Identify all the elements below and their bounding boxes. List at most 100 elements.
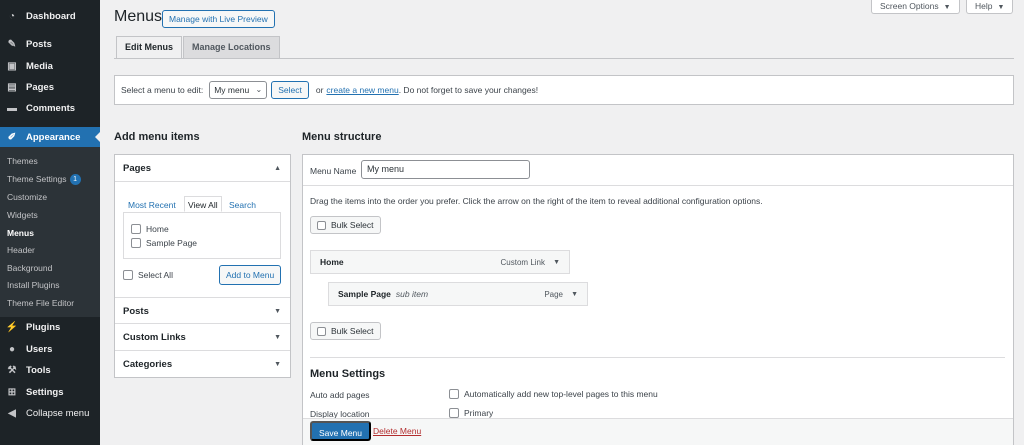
sidebar-item-appearance[interactable]: ✐ Appearance [0, 127, 100, 147]
checkbox[interactable] [123, 270, 133, 280]
select-all-checkbox[interactable]: Select All [123, 270, 173, 280]
sidebar-item-posts[interactable]: ✎ Posts [0, 34, 100, 54]
pin-icon: ✎ [7, 38, 17, 50]
menu-structure-heading: Menu structure [302, 131, 382, 143]
users-icon: ● [8, 343, 16, 355]
live-preview-button[interactable]: Manage with Live Preview [162, 10, 275, 28]
admin-sidebar: ◔ Dashboard ✎ Posts ▣ Media ▤ Pages ▬ Co… [0, 0, 100, 445]
section-title: Pages [123, 163, 151, 174]
brush-icon: ✐ [7, 131, 17, 143]
sidebar-item-label: Users [26, 343, 53, 355]
sidebar-item-label: Settings [26, 386, 64, 398]
pages-section-header[interactable]: Pages ▲ [115, 155, 290, 182]
screen-options-label: Screen Options [880, 1, 939, 11]
submenu-item-background[interactable]: Background [7, 263, 52, 273]
sidebar-item-label: Comments [26, 102, 76, 114]
submenu-item-themes[interactable]: Themes [7, 156, 38, 166]
sidebar-item-label: Media [26, 60, 53, 72]
triangle-down-icon: ▼ [274, 361, 281, 368]
bulk-select-button-bottom[interactable]: Bulk Select [310, 322, 381, 340]
categories-section-header[interactable]: Categories ▼ [115, 351, 290, 378]
checkbox[interactable] [449, 389, 459, 399]
wrench-icon: ⚒ [7, 364, 17, 376]
tab-most-recent[interactable]: Most Recent [128, 197, 176, 213]
submenu-item-header[interactable]: Header [7, 245, 35, 255]
tab-edit-menus[interactable]: Edit Menus [116, 36, 183, 58]
save-menu-button[interactable]: Save Menu [310, 421, 371, 441]
sidebar-item-label: Tools [26, 364, 51, 376]
checkbox [317, 220, 326, 230]
delete-menu-link[interactable]: Delete Menu [373, 426, 421, 436]
menu-item-type: Custom Link [500, 257, 545, 267]
drag-instructions: Drag the items into the order you prefer… [310, 196, 763, 206]
section-title: Custom Links [123, 332, 186, 343]
submenu-item-customize[interactable]: Customize [7, 192, 47, 202]
section-title: Posts [123, 306, 149, 317]
sidebar-item-tools[interactable]: ⚒ Tools [0, 360, 100, 380]
view-all-panel [123, 212, 281, 259]
menu-select[interactable]: My menu ⌄ [209, 81, 268, 99]
menu-item-type: Page [544, 289, 563, 299]
bulk-select-button[interactable]: Bulk Select [310, 216, 381, 234]
checkbox[interactable] [131, 238, 141, 248]
primary-location-checkbox[interactable]: Primary [449, 408, 493, 418]
auto-add-label: Auto add pages [310, 390, 370, 400]
tab-manage-locations[interactable]: Manage Locations [183, 36, 280, 58]
screen-options-tab[interactable]: Screen Options ▼ [871, 0, 960, 14]
triangle-down-icon: ▼ [274, 308, 281, 315]
submenu-item-menus[interactable]: Menus [7, 228, 34, 238]
sidebar-item-comments[interactable]: ▬ Comments [0, 98, 100, 118]
caret-down-icon: ▼ [943, 4, 951, 11]
dashboard-icon: ◔ [8, 10, 16, 22]
auto-add-pages-checkbox[interactable]: Automatically add new top-level pages to… [449, 389, 658, 399]
submenu-item-widgets[interactable]: Widgets [7, 210, 38, 220]
triangle-down-icon[interactable]: ▼ [553, 259, 560, 266]
checkbox[interactable] [449, 408, 459, 418]
tab-view-all[interactable]: View All [184, 196, 222, 212]
sidebar-item-pages[interactable]: ▤ Pages [0, 77, 100, 97]
select-menu-label: Select a menu to edit: [121, 85, 204, 95]
page-label: Home [146, 224, 169, 234]
sidebar-item-label: Posts [26, 38, 52, 50]
menu-item-sub-label: sub item [395, 289, 429, 299]
or-text: or [315, 85, 324, 95]
submenu-item-theme-settings[interactable]: Theme Settings 1 [7, 174, 81, 186]
custom-links-section-header[interactable]: Custom Links ▼ [115, 324, 290, 351]
triangle-down-icon[interactable]: ▼ [571, 291, 578, 298]
sidebar-item-users[interactable]: ● Users [0, 339, 100, 359]
page-checkbox-home[interactable]: Home [131, 224, 169, 234]
save-reminder-text: . Do not forget to save your changes! [398, 85, 539, 95]
display-location-label: Display location [310, 409, 370, 418]
bulk-select-label: Bulk Select [331, 220, 374, 230]
sidebar-item-media[interactable]: ▣ Media [0, 56, 100, 76]
primary-location-label: Primary [464, 408, 494, 418]
auto-add-option-label: Automatically add new top-level pages to… [464, 389, 658, 399]
sidebar-item-plugins[interactable]: ⚡ Plugins [0, 317, 100, 337]
section-title: Categories [123, 359, 173, 370]
select-button[interactable]: Select [271, 81, 309, 99]
sidebar-item-collapse-menu[interactable]: ◀ Collapse menu [0, 403, 100, 423]
sidebar-item-label: Pages [26, 81, 54, 93]
menu-name-input[interactable]: My menu [361, 160, 530, 179]
tab-search[interactable]: Search [229, 197, 256, 213]
menu-item-sample-page[interactable]: Sample Page sub item Page ▼ [328, 282, 588, 306]
submenu-item-theme-file-editor[interactable]: Theme File Editor [7, 298, 74, 308]
menu-settings-heading: Menu Settings [310, 368, 386, 380]
help-tab[interactable]: Help ▼ [966, 0, 1014, 14]
settings-icon: ⊞ [7, 386, 17, 398]
triangle-down-icon: ▼ [274, 334, 281, 341]
create-menu-link[interactable]: create a new menu [326, 85, 398, 95]
add-to-menu-button[interactable]: Add to Menu [219, 265, 282, 285]
menu-select-value: My menu [214, 85, 250, 95]
page-title: Menus [114, 8, 163, 25]
submenu-item-install-plugins[interactable]: Install Plugins [7, 280, 59, 290]
comment-icon: ▬ [7, 102, 17, 114]
page-checkbox-sample-page[interactable]: Sample Page [131, 238, 197, 248]
menu-item-home[interactable]: Home Custom Link ▼ [310, 250, 570, 274]
posts-section-header[interactable]: Posts ▼ [115, 297, 290, 324]
sidebar-item-settings[interactable]: ⊞ Settings [0, 382, 100, 402]
add-menu-items-heading: Add menu items [114, 131, 200, 143]
sidebar-item-dashboard[interactable]: ◔ Dashboard [0, 6, 100, 26]
checkbox[interactable] [131, 224, 141, 234]
sidebar-item-label: Plugins [26, 321, 61, 333]
